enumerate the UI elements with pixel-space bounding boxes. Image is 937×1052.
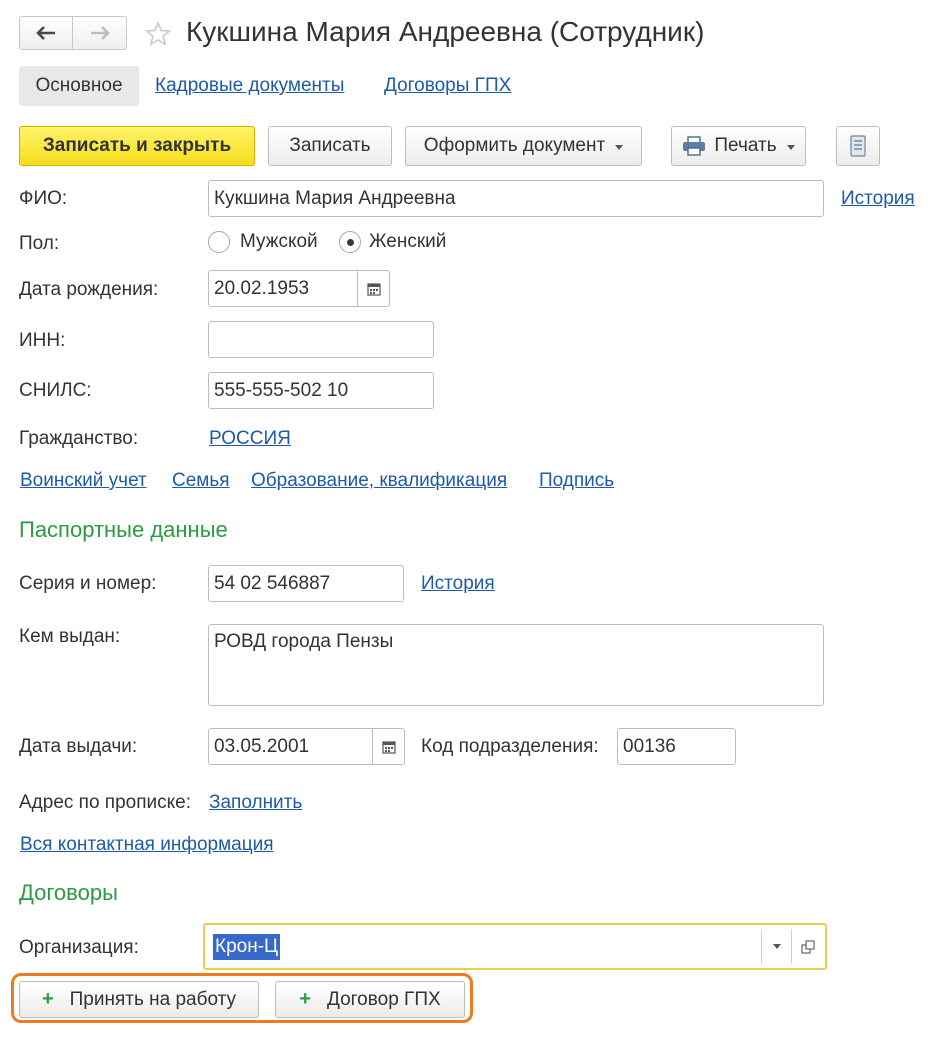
birth-date-label: Дата рождения: (19, 279, 159, 300)
create-document-button[interactable]: Оформить документ (405, 126, 642, 166)
birth-date-value: 20.02.1953 (214, 277, 310, 299)
fio-label: ФИО: (19, 188, 68, 209)
address-label: Адрес по прописке: (19, 792, 192, 813)
citizenship-link[interactable]: РОССИЯ (209, 428, 291, 450)
inn-input[interactable] (208, 321, 434, 358)
dept-code-label: Код подразделения: (421, 736, 599, 757)
plus-icon: + (299, 988, 312, 1010)
forward-button[interactable] (73, 16, 127, 50)
passport-history-link[interactable]: История (421, 573, 495, 595)
address-fill-link[interactable]: Заполнить (209, 792, 302, 814)
passport-section-heading: Паспортные данные (19, 517, 228, 542)
hire-button[interactable]: + Принять на работу (19, 981, 259, 1018)
birth-date-input[interactable]: 20.02.1953 (208, 270, 390, 307)
gender-female-label: Женский (369, 231, 447, 252)
organization-dropdown-button[interactable] (761, 929, 791, 964)
organization-value: Крон-Ц (213, 934, 281, 960)
inn-label: ИНН: (19, 330, 66, 351)
page-title: Кукшина Мария Андреевна (Сотрудник) (186, 16, 705, 47)
family-link[interactable]: Семья (172, 470, 230, 492)
more-actions-button[interactable] (836, 126, 880, 166)
print-button[interactable]: Печать (671, 126, 806, 166)
gender-male-label: Мужской (240, 231, 318, 252)
chevron-down-icon (615, 144, 624, 150)
printer-icon (683, 136, 706, 156)
organization-field[interactable]: Крон-Ц (203, 923, 827, 970)
snils-input[interactable]: 555-555-502 10 (208, 372, 434, 409)
calendar-icon[interactable] (357, 271, 389, 306)
hire-button-label: Принять на работу (69, 988, 237, 1010)
signature-link[interactable]: Подпись (539, 470, 614, 492)
print-label: Печать (714, 135, 777, 156)
chevron-down-icon (786, 144, 795, 150)
gender-male-radio[interactable]: Мужской (208, 231, 318, 253)
issue-date-value: 03.05.2001 (214, 735, 310, 757)
issued-by-textarea[interactable]: РОВД города Пензы (208, 624, 824, 706)
issued-by-label: Кем выдан: (19, 626, 121, 647)
favorite-star-icon[interactable] (144, 20, 172, 54)
tab-hr-documents[interactable]: Кадровые документы (155, 75, 344, 97)
fio-history-link[interactable]: История (841, 188, 915, 210)
radio-empty-icon (208, 231, 230, 253)
back-button[interactable] (19, 16, 73, 50)
military-registration-link[interactable]: Воинский учет (20, 470, 147, 492)
calendar-icon[interactable] (372, 729, 404, 764)
passport-series-input[interactable]: 54 02 546887 (208, 565, 404, 602)
organization-open-button[interactable] (791, 929, 823, 964)
tab-gph-contracts[interactable]: Договоры ГПХ (384, 75, 511, 97)
snils-label: СНИЛС: (19, 380, 92, 401)
radio-selected-icon (339, 231, 361, 253)
all-contacts-link[interactable]: Вся контактная информация (20, 834, 274, 856)
arrow-right-icon (90, 26, 110, 40)
create-document-label: Оформить документ (423, 135, 606, 156)
citizenship-label: Гражданство: (19, 428, 139, 449)
tab-main[interactable]: Основное (19, 66, 139, 106)
issue-date-label: Дата выдачи: (19, 736, 138, 757)
dept-code-input[interactable]: 00136 (617, 728, 736, 765)
list-icon (850, 135, 866, 157)
fio-input[interactable]: Кукшина Мария Андреевна (208, 180, 824, 217)
contracts-section-heading: Договоры (19, 880, 118, 905)
save-and-close-button[interactable]: Записать и закрыть (19, 126, 255, 166)
open-window-icon (800, 939, 815, 954)
gph-contract-button[interactable]: + Договор ГПХ (275, 981, 465, 1018)
plus-icon: + (41, 988, 54, 1010)
gender-label: Пол: (19, 233, 60, 254)
passport-series-label: Серия и номер: (19, 573, 157, 594)
arrow-left-icon (36, 26, 55, 40)
education-link[interactable]: Образование, квалификация (251, 470, 507, 492)
organization-label: Организация: (19, 937, 139, 958)
gender-female-radio[interactable]: Женский (339, 231, 446, 253)
save-button[interactable]: Записать (268, 126, 392, 166)
chevron-down-icon (772, 944, 781, 949)
gph-contract-button-label: Договор ГПХ (327, 988, 441, 1010)
issue-date-input[interactable]: 03.05.2001 (208, 728, 405, 765)
